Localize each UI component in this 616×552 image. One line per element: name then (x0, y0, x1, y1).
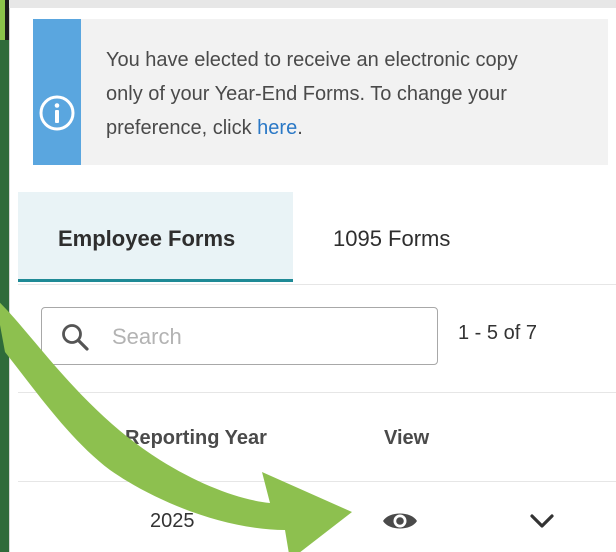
info-circle-icon (39, 95, 75, 131)
notice-line-1: You have elected to receive an electroni… (106, 49, 518, 71)
search-input[interactable] (110, 318, 424, 356)
notice-text: You have elected to receive an electroni… (106, 43, 596, 145)
notice-line-3-prefix: preference, click (106, 117, 258, 139)
change-preference-link[interactable]: here (257, 117, 297, 139)
forms-tabs: Employee Forms 1095 Forms (18, 192, 616, 285)
table-top-divider (18, 392, 616, 393)
tab-1095-forms[interactable]: 1095 Forms (333, 226, 450, 252)
background-accent (0, 0, 5, 40)
search-icon (62, 324, 89, 351)
electronic-copy-notice: You have elected to receive an electroni… (33, 19, 608, 165)
panel-top-border (9, 0, 616, 8)
search-box[interactable] (41, 307, 438, 365)
column-header-view: View (384, 427, 430, 449)
column-header-reporting-year[interactable]: Reporting Year (125, 427, 267, 450)
table-row-year: 2025 (150, 510, 195, 532)
notice-line-3: preference, click here. (106, 111, 596, 145)
notice-line-3-suffix: . (297, 117, 303, 139)
background-edge (0, 0, 9, 552)
notice-line-2: only of your Year-End Forms. To change y… (106, 83, 507, 105)
eye-icon[interactable] (381, 508, 419, 534)
notice-strip (33, 19, 81, 165)
chevron-down-icon[interactable] (528, 510, 556, 532)
pagination-info: 1 - 5 of 7 (458, 322, 537, 344)
tab-employee-forms[interactable]: Employee Forms (18, 192, 293, 282)
table-header-divider (18, 481, 616, 482)
tab-employee-forms-label: Employee Forms (58, 226, 236, 251)
